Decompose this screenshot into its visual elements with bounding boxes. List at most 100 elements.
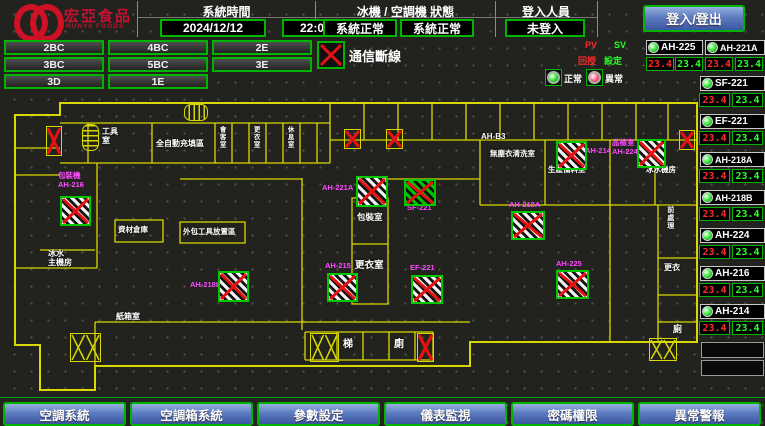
room-label: 冰水 主機房 [48, 250, 72, 268]
unit-name-label: AH-216 [715, 268, 749, 279]
stair-x-icon [679, 130, 695, 150]
stair-x-icon [310, 333, 339, 362]
room-label: 全自動充填區 [156, 140, 204, 149]
unit-slot-empty [701, 360, 764, 376]
floor-button-3bc[interactable]: 3BC [4, 57, 104, 72]
floor-button-2e[interactable]: 2E [212, 40, 312, 55]
map-ahu-icon-ah-224[interactable] [637, 139, 666, 168]
setting-label: 設定 [604, 54, 622, 67]
footer-button-5[interactable]: 異常警報 [638, 402, 761, 426]
map-ahu-icon-ah-218b[interactable] [218, 271, 249, 302]
brand-logo-icon [30, 4, 64, 42]
floor-button-4bc[interactable]: 4BC [108, 40, 208, 55]
unit-name-label: AH-218B [715, 193, 753, 203]
map-tag-ah-214: AH-214 [585, 147, 611, 156]
footer-button-1[interactable]: 空調箱系統 [130, 402, 253, 426]
machine-status-label: 冰機 / 空調機 狀態 [316, 3, 495, 20]
room-label: 前處理 [666, 206, 674, 230]
footer-button-2[interactable]: 參數設定 [257, 402, 380, 426]
map-ahu-icon-ah-215[interactable] [327, 273, 358, 302]
footer-button-0[interactable]: 空調系統 [3, 402, 126, 426]
unit-pv-value-ah-216: 23.4 [699, 283, 730, 297]
unit-sv-value-ah-218a: 23.4 [732, 169, 763, 183]
map-tag-ef-221: EF-221 [410, 264, 435, 273]
system-time-label: 系統時間 [138, 3, 315, 20]
map-ahu-icon-sf-221[interactable] [404, 179, 436, 206]
stair-x-icon [417, 333, 434, 362]
unit-button-ah-218b[interactable]: AH-218B [700, 190, 765, 205]
unit-pv-value-ah-218a: 23.4 [699, 169, 730, 183]
unit-status-led-icon [702, 192, 713, 203]
unit-name-label: AH-214 [715, 306, 749, 317]
room-label: AH-B3 [481, 133, 505, 142]
unit-button-ah-224[interactable]: AH-224 [700, 228, 765, 243]
footer-button-3[interactable]: 儀表監視 [384, 402, 507, 426]
map-tag-ah-221a: AH-221A [322, 184, 353, 193]
unit-pv-value-ef-221: 23.4 [699, 131, 730, 145]
unit-button-ef-221[interactable]: EF-221 [700, 114, 765, 129]
unit-button-ah-218a[interactable]: AH-218A [700, 152, 765, 167]
map-tag-ah-215: AH-215 [325, 262, 351, 271]
room-label: 更衣 [664, 264, 680, 273]
stairwell-icon [184, 104, 208, 121]
brand-subtitle: HUNYA FOODS [66, 23, 124, 30]
stair-x-icon [46, 126, 62, 156]
unit-status-led-icon [707, 42, 718, 53]
unit-status-led-icon [702, 268, 713, 279]
room-label: 休息室 [286, 126, 293, 149]
comm-fail-icon [317, 41, 345, 69]
map-tag-ah-216: 包裝機 AH-216 [58, 172, 84, 189]
floor-button-1e[interactable]: 1E [108, 74, 208, 89]
floor-button-3d[interactable]: 3D [4, 74, 104, 89]
unit-name-label: SF-221 [715, 78, 748, 89]
room-label: 無塵衣清洗室 [490, 150, 535, 158]
room-label: 紙箱室 [116, 313, 140, 322]
abnormal-label: 異常 [605, 72, 623, 85]
normal-led-icon [545, 69, 562, 86]
map-tag-ah-225: AH-225 [556, 260, 582, 269]
unit-sv-value-ah-218b: 23.4 [732, 207, 763, 221]
stairwell-icon [82, 124, 99, 151]
unit-pv-value-sf-221: 23.4 [699, 93, 730, 107]
stair-x-icon [386, 129, 403, 149]
unit-sv-value-sf-221: 23.4 [732, 93, 763, 107]
unit-pv-value-ah-218b: 23.4 [699, 207, 730, 221]
footer-button-4[interactable]: 密碼權限 [511, 402, 634, 426]
map-ahu-icon-ah-214[interactable] [556, 141, 587, 170]
comm-fail-label: 通信斷線 [349, 46, 401, 65]
map-ahu-icon-ah-218a[interactable] [511, 211, 545, 240]
room-label: 廁 [673, 325, 682, 335]
unit-sv-value-ah-214: 23.4 [732, 321, 763, 335]
map-ahu-icon-ah-216[interactable] [60, 196, 91, 226]
unit-sv-value-ah-224: 23.4 [732, 245, 763, 259]
unit-sv-value-ah-225: 23.4 [675, 57, 703, 71]
unit-pv-value-ah-221a: 23.4 [705, 57, 733, 71]
map-ahu-icon-ah-225[interactable] [556, 270, 589, 299]
unit-button-ah-214[interactable]: AH-214 [700, 304, 765, 319]
ahu-status-value: 系統正常 [400, 19, 474, 37]
stair-x-icon [70, 333, 101, 362]
login-logout-button[interactable]: 登入/登出 [643, 5, 745, 32]
map-tag-ah-224: 品檢室 AH-224 [612, 139, 638, 156]
unit-button-sf-221[interactable]: SF-221 [700, 76, 765, 91]
unit-status-led-icon [702, 306, 713, 317]
map-ahu-icon-ah-221a[interactable] [356, 176, 388, 207]
unit-button-ah-225[interactable]: AH-225 [646, 40, 703, 55]
unit-status-led-icon [702, 78, 713, 89]
unit-button-ah-221a[interactable]: AH-221A [705, 40, 765, 55]
system-date-value: 2024/12/12 [160, 19, 266, 37]
unit-sv-value-ah-221a: 23.4 [735, 57, 763, 71]
login-status-value: 未登入 [505, 19, 585, 37]
top-bar: 宏亞食品 HUNYA FOODS 系統時間 2024/12/12 22:09:5… [0, 0, 765, 38]
floor-button-5bc[interactable]: 5BC [108, 57, 208, 72]
floor-button-2bc[interactable]: 2BC [4, 40, 104, 55]
map-ahu-icon-ef-221[interactable] [411, 275, 443, 304]
floor-button-3e[interactable]: 3E [212, 57, 312, 72]
unit-slot-empty [701, 342, 764, 358]
unit-button-ah-216[interactable]: AH-216 [700, 266, 765, 281]
hmi-screen: { "header": { "brand": "宏亞食品", "brand_su… [0, 0, 765, 426]
abnormal-led-icon [586, 69, 603, 86]
unit-pv-value-ah-224: 23.4 [699, 245, 730, 259]
unit-name-label: AH-218A [715, 155, 753, 165]
pv-label: PV [585, 40, 597, 50]
